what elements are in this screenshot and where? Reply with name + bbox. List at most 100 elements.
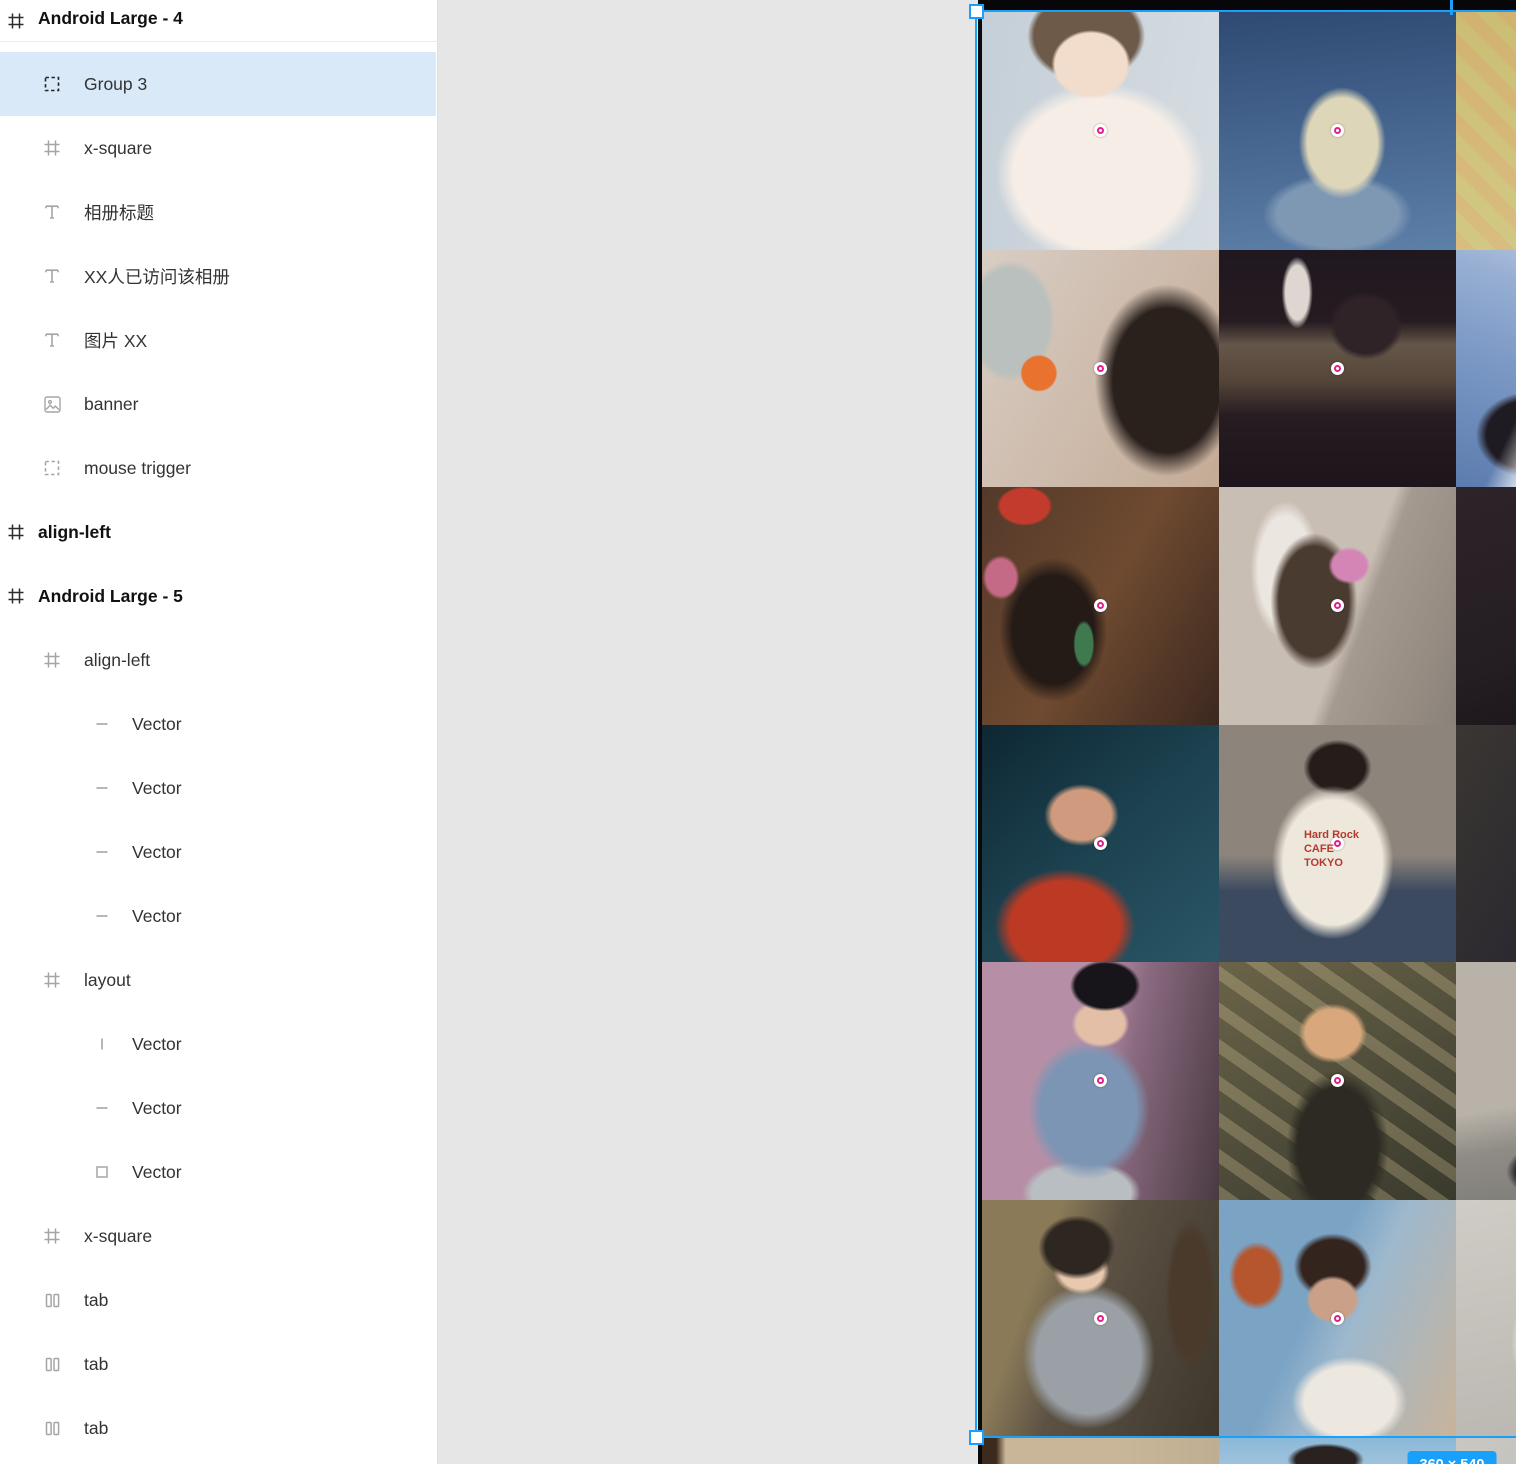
photo-center-marker: [1330, 1311, 1344, 1325]
photo-teal-portrait-red-shirt[interactable]: [982, 724, 1219, 962]
dash-icon: [91, 841, 113, 863]
photo-center-marker: [1330, 361, 1344, 375]
photo-text-overlay: Hard Rock CAFE TOKYO: [1303, 829, 1359, 869]
photo-window-city-view-night[interactable]: [1455, 249, 1516, 487]
photo-center-marker: [1093, 1074, 1107, 1088]
photo-guitar-band-tee-dark-room[interactable]: [1218, 249, 1456, 487]
selection-handle-top-left[interactable]: [969, 4, 984, 19]
layer-label: x-square: [84, 137, 153, 158]
layer-row-x-square[interactable]: x-square: [0, 1204, 436, 1268]
layer-row-vector[interactable]: Vector: [0, 692, 436, 756]
photo-night-alley-red-lantern[interactable]: [1455, 724, 1516, 962]
photo-dappled-light-portrait[interactable]: [1218, 962, 1456, 1200]
layer-label: Vector: [132, 905, 182, 926]
layer-row-align-left[interactable]: align-left: [0, 628, 436, 692]
vline-icon: [91, 1033, 113, 1055]
layer-label: align-left: [38, 521, 111, 542]
layer-label: x-square: [84, 1225, 153, 1246]
layer-label: 图片 XX: [84, 330, 148, 351]
layer-row-vector[interactable]: Vector: [0, 1140, 436, 1204]
photo-balcony-terracotta-pots[interactable]: [1218, 1199, 1456, 1437]
frame-icon: [41, 1225, 63, 1247]
figma-workspace: '18 04 27Hard Rock CAFE TOKYOUNDERCOVER …: [0, 0, 1516, 1464]
photo-center-marker: [1330, 124, 1344, 138]
layer-row-tab[interactable]: tab: [0, 1396, 436, 1460]
layer-row-x-square[interactable]: x-square: [0, 116, 436, 180]
layer-row-vector[interactable]: Vector: [0, 756, 436, 820]
photo-hard-rock-cafe-tee[interactable]: Hard Rock CAFE TOKYO: [1218, 724, 1456, 962]
layer-label: Vector: [132, 1097, 182, 1118]
photo-partial-wood-doorway[interactable]: [982, 1437, 1219, 1464]
photo-center-marker: [1093, 599, 1107, 613]
selection-size-tooltip: 360 × 540: [1407, 1451, 1497, 1464]
frame-icon: [41, 969, 63, 991]
layer-row-android-large---5[interactable]: Android Large - 5: [0, 564, 436, 628]
layer-row-align-left[interactable]: align-left: [0, 500, 436, 564]
photo-bucket-hat-denim-jacket[interactable]: [982, 962, 1219, 1200]
tab-icon: [41, 1417, 63, 1439]
layer-label: tab: [84, 1353, 109, 1374]
layer-label: Vector: [132, 713, 182, 734]
photo-grid: '18 04 27 Hard Rock CAFE TOKYO UNDERCOVER: [982, 12, 1516, 1437]
photo-smiling-floral-blouse[interactable]: [982, 12, 1219, 250]
photo-iu-yellow-wallpaper[interactable]: [1455, 12, 1516, 250]
photo-party-hat-vintage-blue[interactable]: [1218, 12, 1456, 250]
layer-label: tab: [84, 1417, 109, 1438]
layer-row-tab[interactable]: tab: [0, 1268, 436, 1332]
photo-center-marker: [1330, 599, 1344, 613]
layer-row-group-3[interactable]: Group 3: [0, 52, 436, 116]
layer-row-vector[interactable]: Vector: [0, 884, 436, 948]
layer-row-vector[interactable]: Vector: [0, 1076, 436, 1140]
layer-row-android-large-4[interactable]: Android Large - 4: [0, 0, 437, 42]
tab-icon: [41, 1289, 63, 1311]
photo-night-street-phone-bag[interactable]: [982, 1199, 1219, 1437]
text-icon: [41, 329, 63, 351]
dash-icon: [91, 1097, 113, 1119]
layer-label: Android Large - 4: [38, 8, 183, 28]
frame-icon: [5, 585, 27, 607]
layer-label: Vector: [132, 1161, 182, 1182]
layer-label: 相册标题: [84, 202, 154, 223]
layer-row-mouse-trigger[interactable]: mouse trigger: [0, 436, 436, 500]
photo-center-marker: [1093, 1311, 1107, 1325]
layer-row-tab[interactable]: tab: [0, 1332, 436, 1396]
layer-label: mouse trigger: [84, 457, 191, 478]
layer-row-相册标题[interactable]: 相册标题: [0, 180, 436, 244]
layers-panel: Android Large - 4 Group 3 x-square 相册标题 XX人…: [0, 0, 438, 1464]
photo-hand-mirror-flower[interactable]: [982, 249, 1219, 487]
photo-center-marker: [1093, 836, 1107, 850]
photo-center-marker: [1093, 124, 1107, 138]
canvas[interactable]: '18 04 27Hard Rock CAFE TOKYOUNDERCOVER …: [438, 0, 1516, 1464]
image-icon: [41, 393, 63, 415]
layer-label: tab: [84, 1289, 109, 1310]
layer-row-banner[interactable]: banner: [0, 372, 436, 436]
layer-list: Group 3 x-square 相册标题 XX人已访问该相册 图片 XX banner m…: [0, 52, 436, 1460]
layer-row-vector[interactable]: Vector: [0, 820, 436, 884]
selection-handle-bottom-left[interactable]: [969, 1430, 984, 1445]
frame-content-above-selection: [978, 0, 1516, 12]
dash-icon: [91, 713, 113, 735]
layer-row-vector[interactable]: Vector: [0, 1012, 436, 1076]
layer-label: Vector: [132, 777, 182, 798]
photo-jisoo-adidas-tee-datestamp[interactable]: '18 04 27: [1455, 487, 1516, 725]
frame-icon: [5, 10, 27, 32]
layer-row-xx人已访问该相册[interactable]: XX人已访问该相册: [0, 244, 436, 308]
text-icon: [41, 265, 63, 287]
photo-blue-sweatshirt-marble[interactable]: [1455, 962, 1516, 1200]
photo-izakaya-soju-lantern[interactable]: [982, 487, 1219, 725]
layer-row-layout[interactable]: layout: [0, 948, 436, 1012]
layer-row-图片-xx[interactable]: 图片 XX: [0, 308, 436, 372]
layer-label: Android Large - 5: [38, 585, 183, 606]
text-icon: [41, 201, 63, 223]
selection-top-center-tick: [1450, 0, 1453, 15]
frame-icon: [5, 521, 27, 543]
photo-center-marker: [1330, 836, 1344, 850]
photo-bouquet-doorway[interactable]: [1218, 487, 1456, 725]
layer-label: Group 3: [84, 73, 148, 94]
tab-icon: [41, 1353, 63, 1375]
photo-center-marker: [1330, 1074, 1344, 1088]
photo-undercover-tee-pout[interactable]: UNDERCOVER: [1455, 1199, 1516, 1437]
layer-label: Vector: [132, 841, 182, 862]
layer-label: Vector: [132, 1033, 182, 1054]
layer-label: XX人已访问该相册: [84, 266, 230, 287]
